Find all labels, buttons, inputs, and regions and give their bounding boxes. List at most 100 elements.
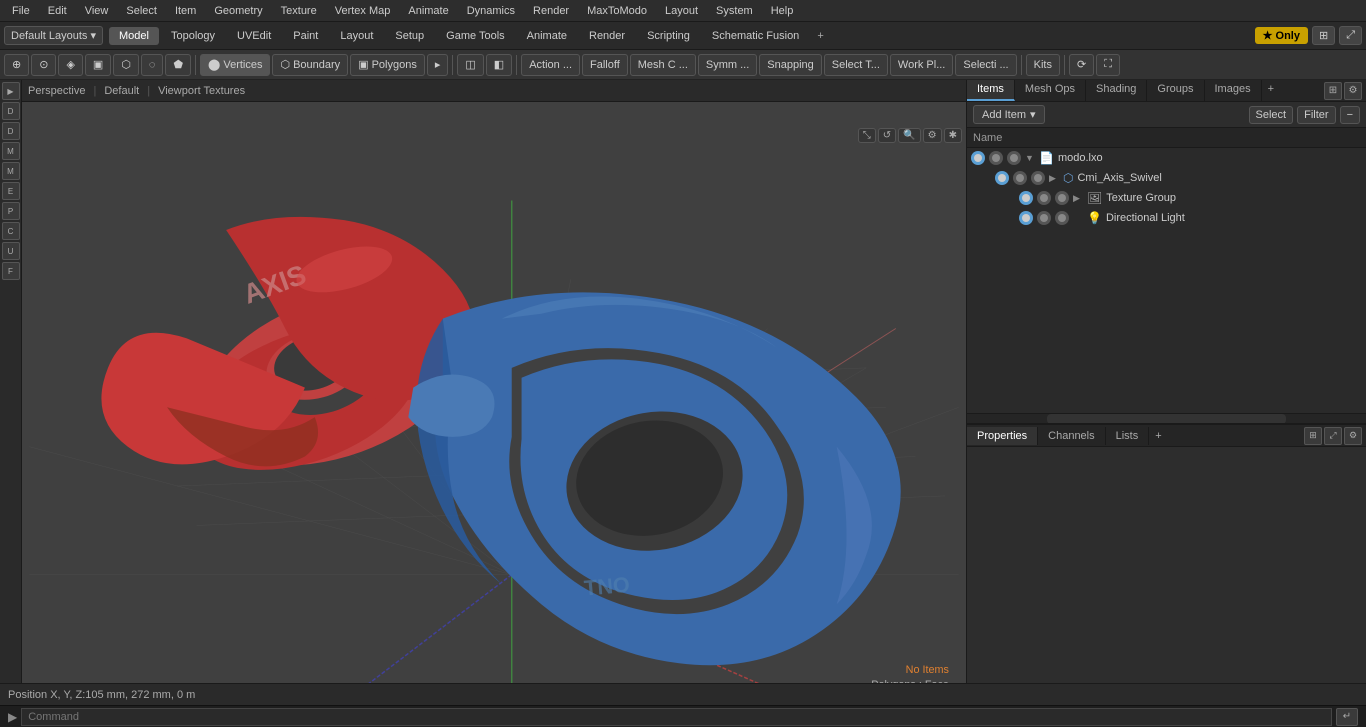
tool-ring[interactable]: ◌ [141,54,164,76]
tab-lists[interactable]: Lists [1106,427,1150,445]
item-vis-lock-3[interactable] [1037,191,1051,205]
command-input[interactable] [21,708,1332,726]
props-icon-2[interactable]: ⤢ [1324,427,1342,445]
snapping-btn[interactable]: Snapping [759,54,822,76]
menu-view[interactable]: View [77,3,117,19]
sidebar-tool-5[interactable]: M [2,162,20,180]
add-item-button[interactable]: Add Item ▾ [973,105,1045,124]
item-vis-2[interactable] [995,171,1009,185]
menu-edit[interactable]: Edit [40,3,75,19]
layout-tab-uvedit[interactable]: UVEdit [227,27,281,45]
selection-btn[interactable]: Selecti ... [955,54,1016,76]
tool-snap[interactable]: ◈ [58,54,82,76]
item-expand-1[interactable]: ▼ [1025,153,1035,163]
layout-plus[interactable]: + [811,28,829,44]
vp-btn-3[interactable]: 🔍 [898,128,920,143]
menu-vertex-map[interactable]: Vertex Map [327,3,399,19]
tab-channels[interactable]: Channels [1038,427,1105,445]
vp-btn-1[interactable]: ⤡ [858,128,876,143]
action-btn[interactable]: Action ... [521,54,580,76]
mode-screen[interactable]: ◫ [457,54,483,76]
item-vis-lock-2[interactable] [1013,171,1027,185]
menu-render[interactable]: Render [525,3,577,19]
vp-btn-2[interactable]: ↺ [878,128,896,143]
item-dir-light[interactable]: 💡 Directional Light [991,208,1366,228]
menu-geometry[interactable]: Geometry [206,3,270,19]
fullscreen-btn[interactable]: ⛶ [1096,54,1120,76]
sidebar-tool-9[interactable]: U [2,242,20,260]
menu-dynamics[interactable]: Dynamics [459,3,523,19]
item-vis-lock-1[interactable] [989,151,1003,165]
mode-vertices[interactable]: ⬤ Vertices [200,54,270,76]
item-modo-bxo[interactable]: ▼ 📄 modo.lxo [967,148,1366,168]
item-vis-lock-4[interactable] [1037,211,1051,225]
items-panel-icon2[interactable]: ⚙ [1344,82,1362,100]
mesh-btn[interactable]: Mesh C ... [630,54,696,76]
layout-tab-setup[interactable]: Setup [385,27,434,45]
sidebar-tool-6[interactable]: E [2,182,20,200]
menu-item[interactable]: Item [167,3,204,19]
item-vis-render-3[interactable] [1055,191,1069,205]
item-expand-3[interactable]: ▶ [1073,193,1083,204]
mode-polygons[interactable]: ▣ Polygons [350,54,425,76]
rotate-view-btn[interactable]: ⟳ [1069,54,1094,76]
tab-properties[interactable]: Properties [967,427,1038,445]
tool-box[interactable]: ▣ [85,54,111,76]
tab-items[interactable]: Items [967,80,1015,101]
items-minus-btn[interactable]: − [1340,106,1360,124]
menu-help[interactable]: Help [763,3,802,19]
props-icon-1[interactable]: ⊞ [1304,427,1322,445]
item-vis-render-1[interactable] [1007,151,1021,165]
menu-maxtomode[interactable]: MaxToModo [579,3,655,19]
layout-tab-render[interactable]: Render [579,27,635,45]
vp-btn-4[interactable]: ⚙ [923,128,942,143]
items-select-btn[interactable]: Select [1249,106,1294,124]
menu-texture[interactable]: Texture [273,3,325,19]
sidebar-tool-3[interactable]: D [2,122,20,140]
items-filter-btn[interactable]: Filter [1297,106,1335,124]
props-tab-plus[interactable]: + [1149,427,1167,445]
mode-expand[interactable]: ▸ [427,54,449,76]
item-texture-group[interactable]: ▶ 🖼 Texture Group [991,188,1366,208]
item-vis-1[interactable] [971,151,985,165]
layout-tab-scripting[interactable]: Scripting [637,27,700,45]
tab-mesh-ops[interactable]: Mesh Ops [1015,80,1086,101]
layout-tab-topology[interactable]: Topology [161,27,225,45]
tab-shading[interactable]: Shading [1086,80,1147,101]
sidebar-tool-8[interactable]: C [2,222,20,240]
layout-expand-btn[interactable]: ⤢ [1339,26,1362,45]
items-scrollbar[interactable] [967,413,1366,423]
sidebar-tool-4[interactable]: M [2,142,20,160]
item-expand-2[interactable]: ▶ [1049,173,1059,184]
sidebar-tool-10[interactable]: F [2,262,20,280]
menu-layout[interactable]: Layout [657,3,706,19]
vp-btn-5[interactable]: ✱ [944,128,962,143]
mode-view[interactable]: ◧ [486,54,512,76]
tool-shape[interactable]: ⬟ [165,54,191,76]
kits-btn[interactable]: Kits [1026,54,1060,76]
layout-dropdown[interactable]: Default Layouts ▾ [4,26,103,45]
item-vis-render-4[interactable] [1055,211,1069,225]
items-list[interactable]: ▼ 📄 modo.lxo ▶ ⬡ Cmi_Axis_Swivel [967,148,1366,413]
menu-select[interactable]: Select [118,3,165,19]
sidebar-tool-2[interactable]: D [2,102,20,120]
tool-hex[interactable]: ⬡ [113,54,139,76]
symmetry-btn[interactable]: Symm ... [698,54,757,76]
layout-grid-btn[interactable]: ⊞ [1312,26,1335,45]
props-icon-3[interactable]: ⚙ [1344,427,1362,445]
layout-tab-model[interactable]: Model [109,27,159,45]
select-tool-btn[interactable]: Select T... [824,54,888,76]
work-plane-btn[interactable]: Work Pl... [890,54,953,76]
sidebar-tool-1[interactable]: ▶ [2,82,20,100]
layout-tab-layout[interactable]: Layout [330,27,383,45]
falloff-btn[interactable]: Falloff [582,54,628,76]
menu-animate[interactable]: Animate [400,3,456,19]
command-submit[interactable]: ↵ [1336,708,1358,726]
item-vis-3[interactable] [1019,191,1033,205]
sidebar-tool-7[interactable]: P [2,202,20,220]
items-tab-plus[interactable]: + [1262,80,1280,101]
menu-file[interactable]: File [4,3,38,19]
items-panel-icon1[interactable]: ⊞ [1324,82,1342,100]
menu-system[interactable]: System [708,3,761,19]
item-vis-render-2[interactable] [1031,171,1045,185]
